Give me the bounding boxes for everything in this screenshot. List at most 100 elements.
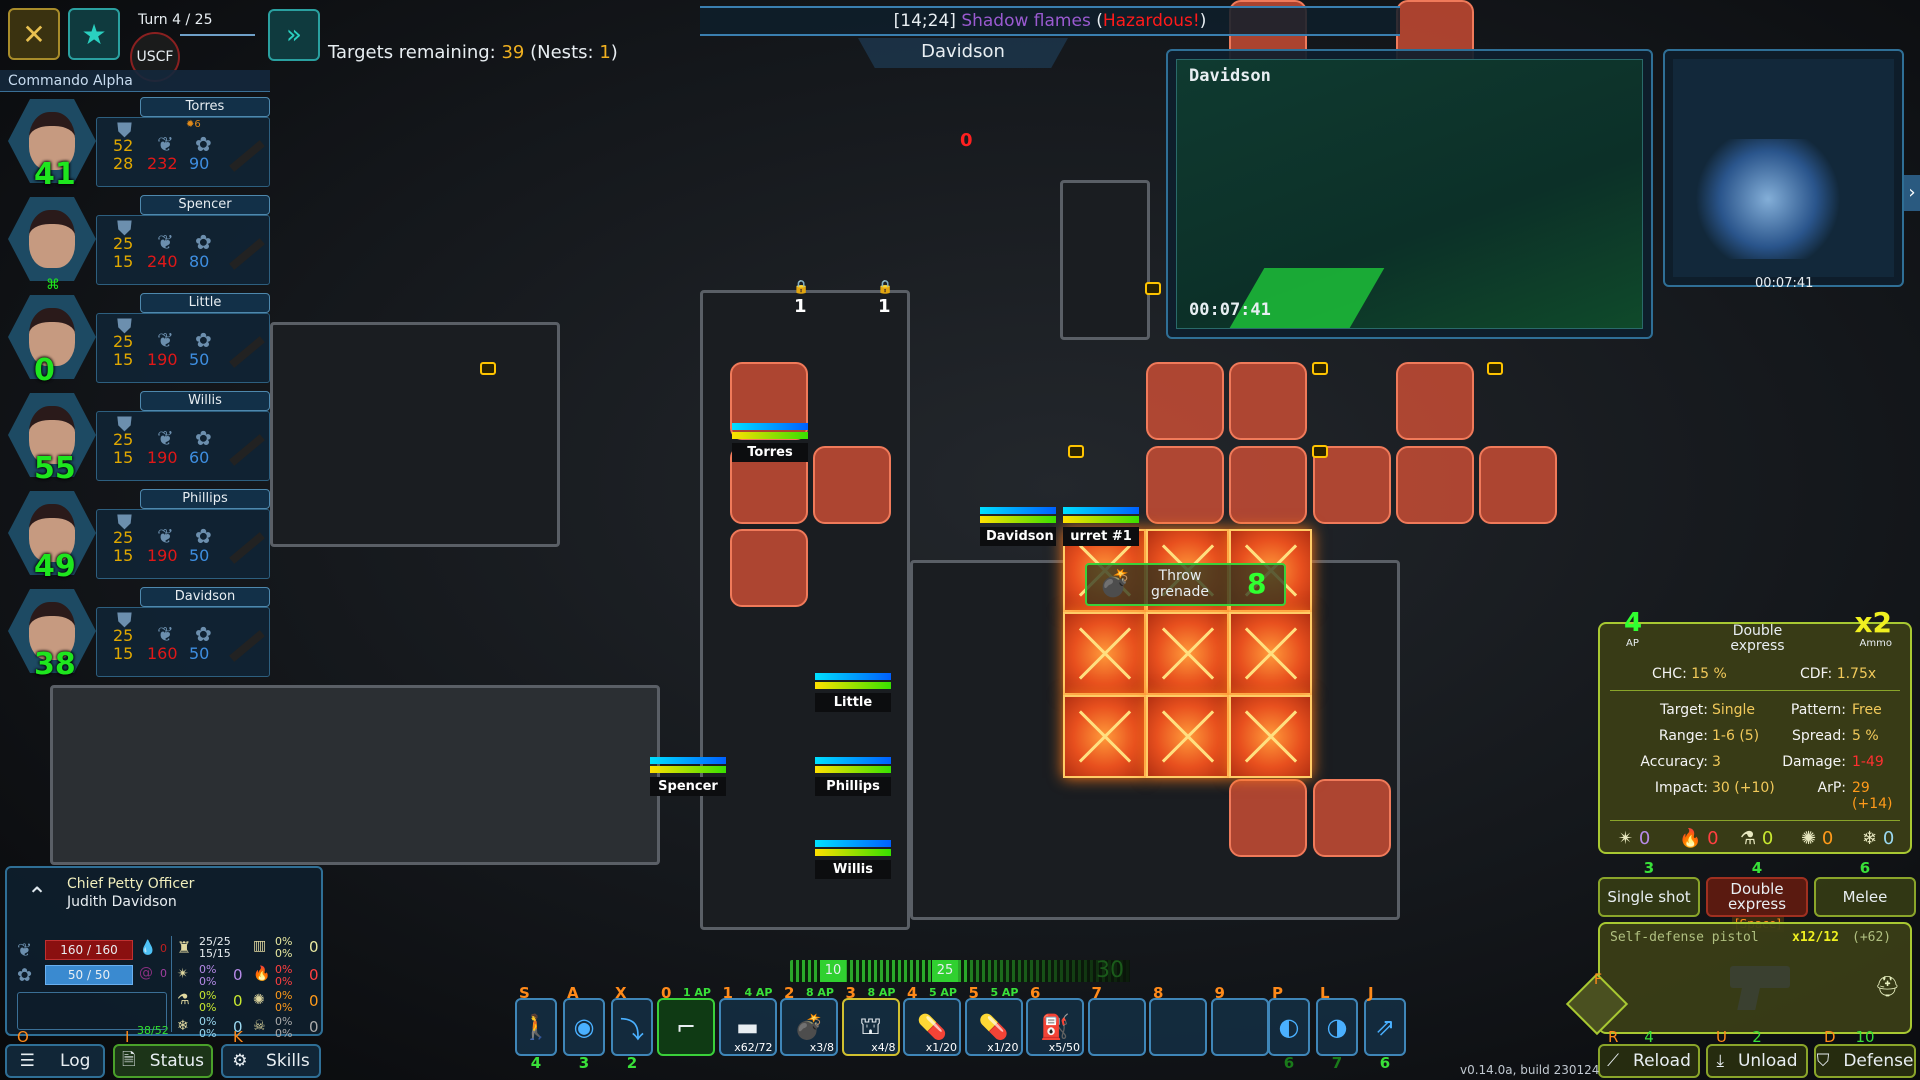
loot-marker — [1068, 445, 1084, 458]
walk-stance-button[interactable]: S 🚶 4 — [515, 984, 557, 1072]
grenade-target-tile[interactable] — [1146, 695, 1229, 778]
hazard-tile[interactable] — [1146, 362, 1224, 440]
hazard-tile[interactable] — [1396, 362, 1474, 440]
next-unit-icon: ◑ — [1326, 1013, 1348, 1041]
nests-close: ) — [610, 42, 618, 63]
log-button[interactable]: O ☰ Log — [5, 1028, 105, 1078]
unload-button[interactable]: U 2 ⤓ Unload — [1706, 1028, 1808, 1078]
hazard-tile[interactable] — [1229, 779, 1307, 857]
hotbar-slot[interactable]: 1 4 AP ▬ x62/72 — [718, 984, 777, 1056]
squad-member-card[interactable]: ⛊ ❦ ✿ 25 15 190 60 Willis 55 — [0, 389, 272, 486]
targets-remaining: Targets remaining: 39 (Nests: 1) — [328, 42, 618, 63]
skills-button[interactable]: K ⚙ Skills — [221, 1028, 321, 1078]
unit-label[interactable]: Phillips — [815, 777, 891, 796]
psi-icon: ✿ — [195, 426, 212, 450]
lock-icon: 🔒 — [793, 280, 810, 295]
hotbar-slot[interactable]: 9 — [1210, 984, 1269, 1056]
stat-label: Spread: — [1791, 728, 1846, 744]
portrait[interactable] — [8, 197, 96, 281]
pills-orange-icon: 💊 — [978, 1013, 1009, 1041]
hazard-tile[interactable] — [813, 446, 891, 524]
squad-member-card[interactable]: ⛊ ❦ ✿ 52 28 232 90 Torres 41 ✹6 — [0, 95, 272, 192]
hazard-tile[interactable] — [1313, 779, 1391, 857]
weapon-icon — [229, 336, 265, 368]
hotbar-slot[interactable]: 3 8 AP ⛫ x4/8 — [841, 984, 900, 1056]
health-bar: 160 / 160 — [45, 940, 133, 960]
unit-label[interactable]: Torres — [732, 443, 808, 462]
tools-button[interactable]: ✕ — [8, 8, 60, 60]
status-effect-count: ✹6 — [186, 119, 201, 130]
defense-button[interactable]: D 10 ⛉ Defense — [1814, 1028, 1916, 1078]
loot-marker — [1312, 445, 1328, 458]
crouch-stance-button[interactable]: X ⤵ 2 — [611, 984, 653, 1072]
expand-minimap-button[interactable]: › — [1904, 175, 1920, 211]
psi-value: 50 — [189, 644, 210, 663]
resist-cell: ⚗ 0% 0% 0 — [177, 990, 253, 1016]
grenade-target-tile[interactable] — [1146, 612, 1229, 695]
virus-icon: ✺ — [253, 992, 265, 1008]
minimap[interactable] — [1663, 49, 1904, 287]
helmet-icon: ⛑ — [1874, 974, 1900, 998]
button-label: Skills — [266, 1051, 310, 1071]
squad-member-card[interactable]: ⛊ ❦ ✿ 25 15 160 50 Davidson 38 — [0, 585, 272, 682]
hotbar-slot[interactable]: 2 8 AP 💣 x3/8 — [780, 984, 838, 1056]
mode-cost: 4 — [1751, 859, 1763, 877]
ap-cost: 8 AP — [867, 986, 896, 999]
member-stats: ⛊ ❦ ✿ 25 15 160 50 — [96, 607, 270, 677]
grenade-target-tile[interactable] — [1063, 612, 1146, 695]
hotkey: A — [567, 984, 579, 1002]
reload-button[interactable]: R 4 ⟋ Reload — [1598, 1028, 1700, 1078]
unit-label[interactable]: Spencer — [650, 777, 726, 796]
unit-label[interactable]: Little — [815, 693, 891, 712]
resist-pct: 0% — [275, 975, 293, 988]
next-unit-button[interactable]: L ◑ 7 — [1316, 984, 1358, 1072]
hotbar-slot[interactable]: 5 5 AP 💊 x1/20 — [964, 984, 1023, 1056]
resist-value: 0 — [1638, 828, 1651, 849]
unit-label[interactable]: urret #1 — [1063, 527, 1139, 546]
unload-icon: ⤓ — [1716, 1051, 1724, 1071]
squad-member-card[interactable]: ⛊ ❦ ✿ 25 15 190 50 Little 0 — [0, 291, 272, 388]
fire-mode-button[interactable]: 6 Melee — [1814, 861, 1916, 917]
hazard-tile[interactable] — [1146, 446, 1224, 524]
stat-label: Pattern: — [1790, 702, 1846, 718]
fire-mode-button[interactable]: 4Double express[Space] — [1706, 861, 1808, 932]
prev-unit-button[interactable]: P ◐ 6 — [1268, 984, 1310, 1072]
item-count: x5/50 — [1048, 1041, 1080, 1054]
selected-unit-tab[interactable]: Davidson — [858, 38, 1068, 68]
unit-camera-feed[interactable]: Davidson 00:07:41 — [1166, 49, 1653, 339]
squad-member-card[interactable]: ⛊ ❦ ✿ 25 15 190 50 Phillips 49 — [0, 487, 272, 584]
equipped-weapon-panel[interactable]: Self-defense pistol x12/12 (+62) ⛑ — [1598, 922, 1912, 1034]
end-turn-button[interactable]: » — [268, 9, 320, 61]
hazard-tile[interactable] — [1396, 446, 1474, 524]
unit-label[interactable]: Davidson — [980, 527, 1056, 546]
overwatch-stance-button[interactable]: A ◉ 3 — [563, 984, 605, 1072]
squad-member-card[interactable]: ⛊ ❦ ✿ 25 15 240 80 Spencer ⌘ — [0, 193, 272, 293]
grenade-target-tile[interactable] — [1063, 695, 1146, 778]
armor-secondary: 15 — [113, 252, 134, 271]
hotbar-slot[interactable]: 7 — [1087, 984, 1146, 1056]
stat-value: 29 (+14) — [1852, 780, 1893, 812]
status-button[interactable]: I 🗎 Status — [113, 1028, 213, 1078]
item-count: x1/20 — [987, 1041, 1019, 1054]
ammo-clip-icon: ▬ — [736, 1013, 759, 1041]
hotbar-slot[interactable]: 4 5 AP 💊 x1/20 — [903, 984, 961, 1056]
grenade-target-tile[interactable] — [1229, 695, 1312, 778]
resist-value: 0 — [309, 1018, 319, 1036]
status-count-value: 6 — [194, 119, 201, 130]
hazard-tile[interactable] — [1229, 446, 1307, 524]
hotbar-slot[interactable]: 0 1 AP ⌐ — [657, 984, 715, 1056]
hazard-tile[interactable] — [730, 529, 808, 607]
hazard-tile[interactable] — [1229, 362, 1307, 440]
jump-button[interactable]: J ⇗ 6 — [1364, 984, 1406, 1072]
fire-mode-button[interactable]: 3 Single shot — [1598, 861, 1700, 917]
hotbar-slot[interactable]: 6 ⛽ x5/50 — [1026, 984, 1084, 1056]
objectives-button[interactable]: ★ — [68, 8, 120, 60]
hazard-tile[interactable] — [1479, 446, 1557, 524]
hotkey: X — [615, 984, 627, 1002]
grenade-target-tile[interactable] — [1229, 612, 1312, 695]
throw-grenade-action[interactable]: 💣 Throw grenade 8 — [1085, 563, 1286, 606]
unit-label[interactable]: Willis — [815, 860, 891, 879]
weapon-icon — [229, 434, 265, 466]
hotkey: P — [1272, 984, 1283, 1002]
hotbar-slot[interactable]: 8 — [1149, 984, 1207, 1056]
